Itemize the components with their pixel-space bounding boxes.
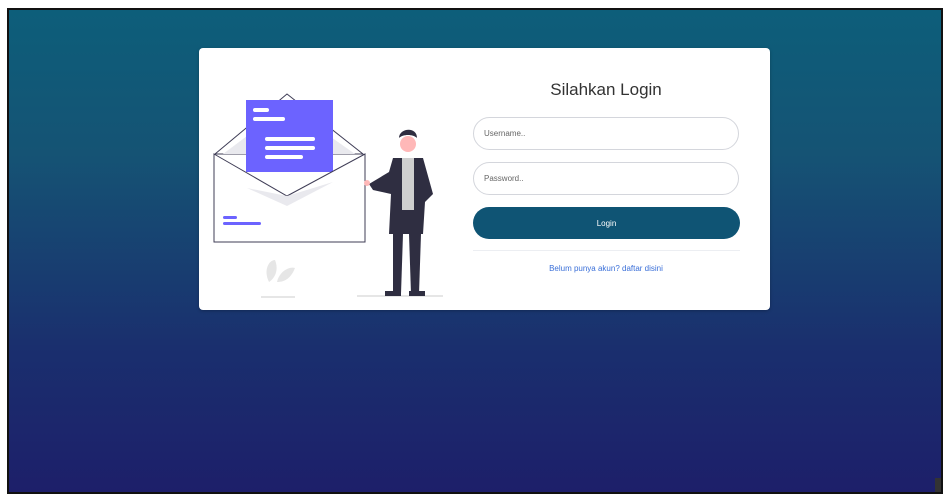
username-input[interactable] bbox=[473, 117, 739, 150]
person-illustration bbox=[357, 129, 443, 297]
page-background: Silahkan Login Login Belum punya akun? d… bbox=[7, 8, 943, 494]
divider bbox=[473, 250, 740, 251]
password-input[interactable] bbox=[473, 162, 739, 195]
leaf-icon bbox=[277, 267, 295, 282]
login-card: Silahkan Login Login Belum punya akun? d… bbox=[199, 48, 770, 310]
leaf-icon bbox=[266, 260, 277, 282]
login-button[interactable]: Login bbox=[473, 207, 740, 239]
login-illustration bbox=[213, 93, 443, 298]
register-link[interactable]: Belum punya akun? daftar disini bbox=[473, 264, 739, 273]
login-title: Silahkan Login bbox=[550, 80, 662, 99]
scroll-corner bbox=[935, 478, 941, 492]
